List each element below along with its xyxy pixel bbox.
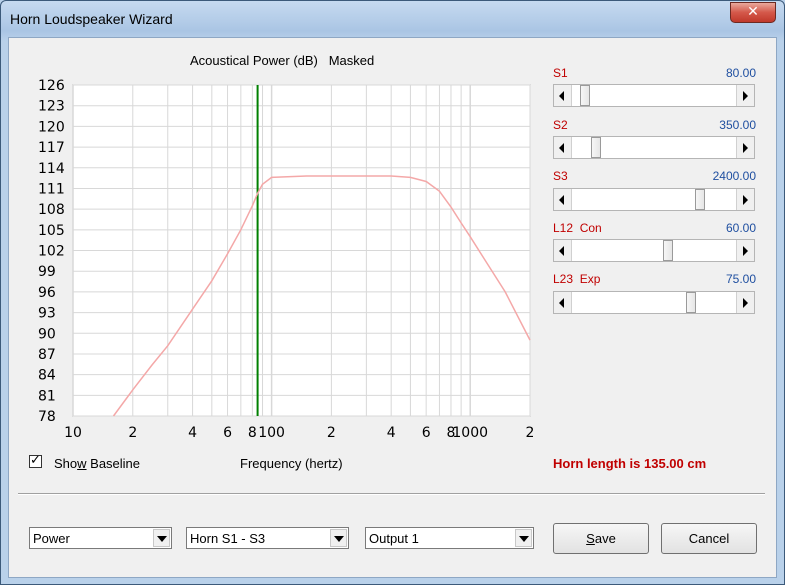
slider-track[interactable] bbox=[572, 189, 736, 210]
slider-thumb[interactable] bbox=[685, 292, 696, 313]
slider-label: S1 bbox=[553, 66, 568, 80]
slider-scrollbar[interactable] bbox=[553, 188, 755, 211]
slider-thumb[interactable] bbox=[695, 189, 706, 210]
save-button[interactable]: Save bbox=[553, 523, 649, 554]
measurement-dropdown[interactable]: Power bbox=[29, 527, 172, 549]
scroll-left-icon[interactable] bbox=[554, 85, 572, 106]
scroll-right-icon[interactable] bbox=[736, 137, 754, 158]
slider-label: L12 Con bbox=[553, 221, 602, 235]
slider-value: 60.00 bbox=[725, 221, 756, 235]
slider-thumb[interactable] bbox=[590, 137, 601, 158]
show-baseline-label[interactable]: Show Baseline bbox=[54, 456, 140, 471]
slider-value: 80.00 bbox=[725, 66, 756, 80]
scroll-right-icon[interactable] bbox=[736, 240, 754, 261]
scroll-left-icon[interactable] bbox=[554, 292, 572, 313]
scroll-left-icon[interactable] bbox=[554, 240, 572, 261]
slider-thumb[interactable] bbox=[579, 85, 590, 106]
cancel-button[interactable]: Cancel bbox=[661, 523, 757, 554]
output-dropdown[interactable]: Output 1 bbox=[365, 527, 534, 549]
slider-scrollbar[interactable] bbox=[553, 136, 755, 159]
slider-scrollbar[interactable] bbox=[553, 84, 755, 107]
scroll-left-icon[interactable] bbox=[554, 137, 572, 158]
scroll-left-icon[interactable] bbox=[554, 189, 572, 210]
slider-track[interactable] bbox=[572, 240, 736, 261]
slider-track[interactable] bbox=[572, 85, 736, 106]
show-baseline-checkbox[interactable]: ✓ bbox=[29, 453, 42, 468]
slider-scrollbar[interactable] bbox=[553, 239, 755, 262]
separator bbox=[18, 493, 765, 495]
chevron-down-icon[interactable] bbox=[515, 529, 532, 547]
slider-track[interactable] bbox=[572, 292, 736, 313]
chevron-down-icon[interactable] bbox=[330, 529, 347, 547]
horn-length-text: Horn length is 135.00 cm bbox=[553, 456, 707, 471]
chart-title: Acoustical Power (dB) Masked bbox=[190, 53, 375, 68]
slider-track[interactable] bbox=[572, 137, 736, 158]
slider-value: 2400.00 bbox=[712, 169, 756, 183]
section-dropdown[interactable]: Horn S1 - S3 bbox=[186, 527, 349, 549]
slider-label: L23 Exp bbox=[553, 272, 601, 286]
scroll-right-icon[interactable] bbox=[736, 85, 754, 106]
slider-scrollbar[interactable] bbox=[553, 291, 755, 314]
x-axis-label: Frequency (hertz) bbox=[240, 456, 343, 471]
slider-label: S2 bbox=[553, 118, 568, 132]
slider-value: 350.00 bbox=[719, 118, 756, 132]
section-dropdown-value: Horn S1 - S3 bbox=[190, 531, 266, 546]
slider-thumb[interactable] bbox=[662, 240, 673, 261]
slider-value: 75.00 bbox=[725, 272, 756, 286]
close-icon: ✕ bbox=[747, 4, 759, 20]
scroll-right-icon[interactable] bbox=[736, 292, 754, 313]
checkmark-icon: ✓ bbox=[30, 453, 41, 468]
slider-label: S3 bbox=[553, 169, 568, 183]
chevron-down-icon[interactable] bbox=[153, 529, 170, 547]
window-title: Horn Loudspeaker Wizard bbox=[10, 11, 173, 27]
close-button[interactable]: ✕ bbox=[730, 2, 776, 23]
scroll-right-icon[interactable] bbox=[736, 189, 754, 210]
output-dropdown-value: Output 1 bbox=[369, 531, 419, 546]
title-bar[interactable]: Horn Loudspeaker Wizard ✕ bbox=[1, 1, 784, 37]
measurement-dropdown-value: Power bbox=[33, 531, 70, 546]
